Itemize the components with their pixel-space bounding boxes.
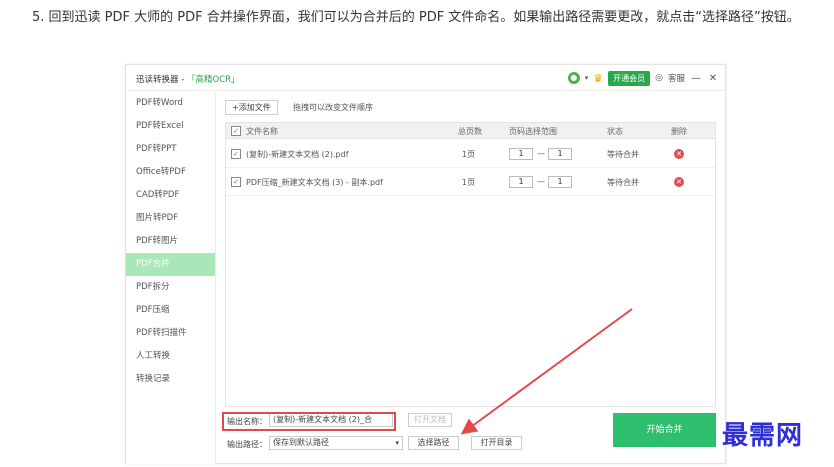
watermark-logo: 最需网 [722, 421, 804, 451]
annotation-arrow-icon [460, 308, 633, 435]
